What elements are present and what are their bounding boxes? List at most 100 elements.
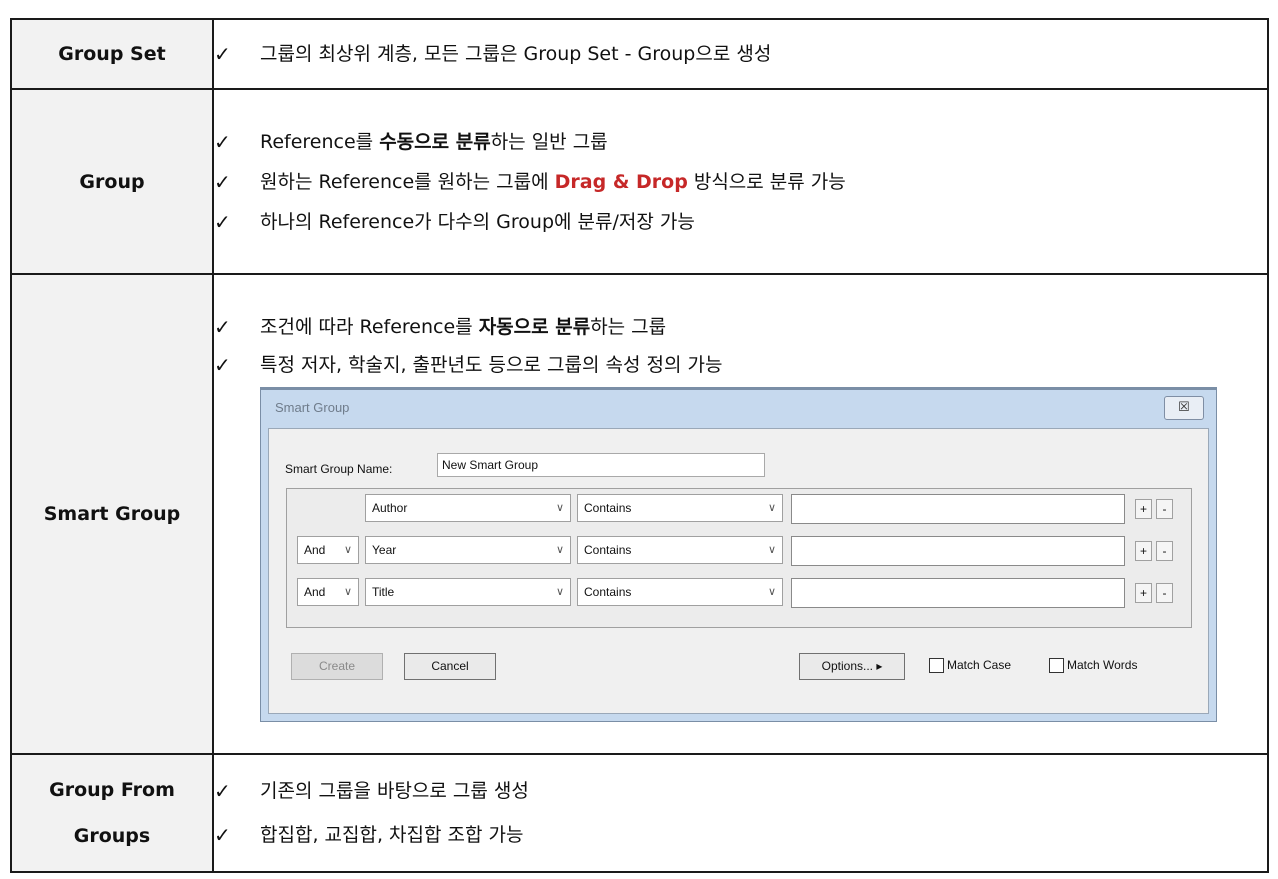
field-select-value: Year [372, 542, 397, 557]
match-case-checkbox[interactable]: Match Case [929, 657, 1012, 673]
operator-select-value: Contains [584, 500, 632, 515]
chevron-down-icon: ∨ [555, 543, 564, 556]
connector-select-value: And [304, 584, 326, 599]
match-words-checkbox[interactable]: Match Words [1049, 657, 1138, 673]
smart-group-name-input[interactable]: New Smart Group [437, 452, 765, 477]
chevron-down-icon: ∨ [555, 501, 564, 514]
item-text-post: 하는 일반 그룹 [490, 130, 608, 153]
item-text: 그룹의 최상위 계층, 모든 그룹은 Group Set - Group으로 생… [260, 43, 772, 65]
dialog-body: Smart Group Name: New Smart Group Author… [268, 427, 1209, 714]
chevron-down-icon: ∨ [767, 585, 776, 598]
check-icon: ✓ [214, 314, 231, 339]
field-select[interactable]: Year ∨ [365, 535, 571, 564]
row-label-group-set: Group Set [10, 18, 214, 90]
operator-select[interactable]: Contains ∨ [577, 577, 783, 606]
chevron-down-icon: ∨ [767, 543, 776, 556]
bullet-item: ✓ 조건에 따라 Reference를 자동으로 분류하는 그룹 [214, 313, 1267, 341]
bullet-item: ✓ 특정 저자, 학술지, 출판년도 등으로 그룹의 속성 정의 가능 [214, 351, 1267, 379]
row-content-smart-group: ✓ 조건에 따라 Reference를 자동으로 분류하는 그룹 ✓ 특정 저자… [212, 273, 1269, 755]
match-words-label: Match Words [1067, 658, 1138, 672]
add-criteria-button[interactable]: + [1135, 582, 1152, 603]
field-select[interactable]: Title ∨ [365, 577, 571, 606]
group-types-table: Group Set ✓ 그룹의 최상위 계층, 모든 그룹은 Group Set… [10, 18, 1269, 873]
chevron-down-icon: ∨ [767, 501, 776, 514]
check-icon: ✓ [214, 823, 231, 847]
item-text-bold: 자동으로 분류 [478, 315, 591, 338]
item-text-post: 방식으로 분류 가능 [687, 170, 846, 193]
checkbox-box[interactable] [1049, 657, 1064, 673]
cancel-button[interactable]: Cancel [404, 652, 496, 680]
options-button[interactable]: Options... ▸ [799, 652, 905, 680]
bullet-item: ✓ 원하는 Reference를 원하는 그룹에 Drag & Drop 방식으… [214, 168, 1267, 196]
item-text: 특정 저자, 학술지, 출판년도 등으로 그룹의 속성 정의 가능 [260, 353, 723, 376]
field-select-value: Title [372, 584, 395, 599]
chevron-down-icon: ∨ [343, 585, 352, 598]
close-icon[interactable]: ☒ [1164, 395, 1204, 420]
field-select[interactable]: Author ∨ [365, 493, 571, 522]
item-text: Reference를 수동으로 분류하는 일반 그룹 [260, 128, 608, 156]
bullet-item: ✓ 그룹의 최상위 계층, 모든 그룹은 Group Set - Group으로… [214, 40, 1267, 68]
smart-group-dialog: Smart Group ☒ Smart Group Name: New Smar… [260, 386, 1217, 722]
row-label-line: Groups [73, 825, 151, 847]
row-label-group: Group [10, 88, 214, 275]
row-label-line: Group From [49, 779, 175, 801]
row-group-from-groups: Group From Groups ✓ 기존의 그룹을 바탕으로 그룹 생성 ✓… [10, 753, 1269, 873]
bullet-item: ✓ 기존의 그룹을 바탕으로 그룹 생성 [214, 777, 1267, 805]
remove-criteria-button[interactable]: - [1156, 498, 1173, 519]
bullet-item: ✓ 하나의 Reference가 다수의 Group에 분류/저장 가능 [214, 208, 1267, 236]
operator-select-value: Contains [584, 542, 632, 557]
connector-select-value: And [304, 542, 326, 557]
operator-select[interactable]: Contains ∨ [577, 493, 783, 522]
criteria-value-input[interactable] [791, 493, 1125, 524]
criteria-row: Author ∨ Contains ∨ + - [287, 493, 1191, 524]
item-text-pre: Reference를 [260, 130, 380, 153]
check-icon: ✓ [214, 42, 231, 66]
add-criteria-button[interactable]: + [1135, 540, 1152, 561]
add-criteria-button[interactable]: + [1135, 498, 1152, 519]
check-icon: ✓ [214, 352, 231, 377]
row-group: Group ✓ Reference를 수동으로 분류하는 일반 그룹 ✓ 원하는… [10, 88, 1269, 275]
connector-select[interactable]: And ∨ [297, 577, 359, 606]
remove-criteria-button[interactable]: - [1156, 582, 1173, 603]
operator-select-value: Contains [584, 584, 632, 599]
item-text-post: 하는 그룹 [590, 315, 667, 338]
operator-select[interactable]: Contains ∨ [577, 535, 783, 564]
criteria-panel: Author ∨ Contains ∨ + - And ∨ Year ∨ Con… [286, 487, 1192, 628]
row-content-group: ✓ Reference를 수동으로 분류하는 일반 그룹 ✓ 원하는 Refer… [212, 88, 1269, 275]
field-select-value: Author [372, 500, 408, 515]
check-icon: ✓ [214, 209, 231, 234]
match-case-label: Match Case [947, 658, 1012, 672]
item-text: 하나의 Reference가 다수의 Group에 분류/저장 가능 [260, 210, 695, 233]
item-text-pre: 원하는 Reference를 원하는 그룹에 [260, 170, 555, 193]
criteria-row: And ∨ Title ∨ Contains ∨ + - [287, 577, 1191, 608]
check-icon: ✓ [214, 779, 231, 803]
checkbox-box[interactable] [929, 657, 944, 673]
item-text-pre: 조건에 따라 Reference를 [260, 315, 479, 338]
item-text-highlight: Drag & Drop [554, 170, 688, 193]
row-label-smart-group: Smart Group [10, 273, 214, 755]
check-icon: ✓ [214, 169, 231, 194]
dialog-title: Smart Group [275, 399, 350, 415]
connector-select[interactable]: And ∨ [297, 535, 359, 564]
remove-criteria-button[interactable]: - [1156, 540, 1173, 561]
row-smart-group: Smart Group ✓ 조건에 따라 Reference를 자동으로 분류하… [10, 273, 1269, 755]
item-text: 원하는 Reference를 원하는 그룹에 Drag & Drop 방식으로 … [260, 168, 846, 196]
chevron-down-icon: ∨ [343, 543, 352, 556]
row-group-set: Group Set ✓ 그룹의 최상위 계층, 모든 그룹은 Group Set… [10, 18, 1269, 90]
criteria-value-input[interactable] [791, 535, 1125, 566]
smart-group-name-label: Smart Group Name: [285, 461, 393, 476]
item-text: 조건에 따라 Reference를 자동으로 분류하는 그룹 [260, 313, 666, 341]
item-text: 기존의 그룹을 바탕으로 그룹 생성 [260, 780, 529, 802]
criteria-row: And ∨ Year ∨ Contains ∨ + - [287, 535, 1191, 566]
top-margin [0, 0, 1278, 18]
bullet-item: ✓ Reference를 수동으로 분류하는 일반 그룹 [214, 128, 1267, 156]
row-content-group-from-groups: ✓ 기존의 그룹을 바탕으로 그룹 생성 ✓ 합집합, 교집합, 차집합 조합 … [212, 753, 1269, 873]
criteria-value-input[interactable] [791, 577, 1125, 608]
create-button[interactable]: Create [291, 652, 383, 680]
row-content-group-set: ✓ 그룹의 최상위 계층, 모든 그룹은 Group Set - Group으로… [212, 18, 1269, 90]
item-text: 합집합, 교집합, 차집합 조합 가능 [260, 824, 524, 846]
row-label-group-from-groups: Group From Groups [10, 753, 214, 873]
item-text-bold: 수동으로 분류 [379, 130, 491, 153]
check-icon: ✓ [214, 129, 231, 154]
bullet-item: ✓ 합집합, 교집합, 차집합 조합 가능 [214, 821, 1267, 849]
